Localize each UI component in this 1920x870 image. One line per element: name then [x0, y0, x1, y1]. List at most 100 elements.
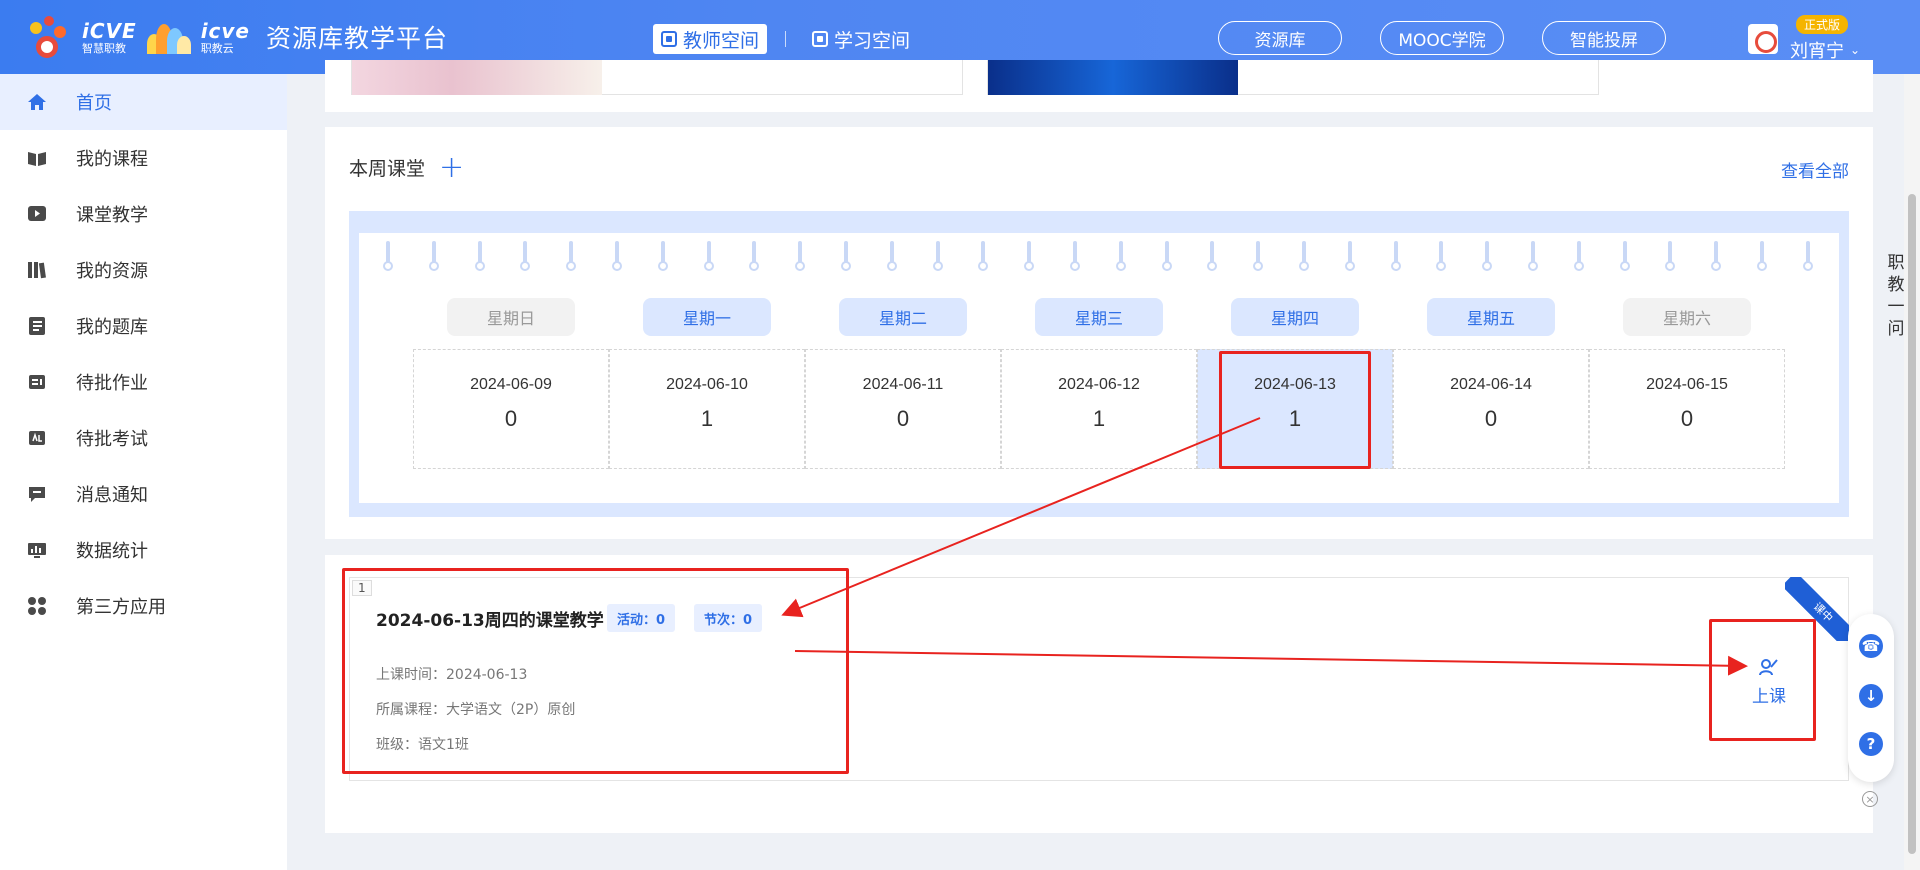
calendar-ring [1115, 241, 1126, 275]
help-icon[interactable]: ? [1859, 732, 1883, 756]
day-cell[interactable]: 2024-06-10 1 [609, 349, 805, 469]
close-icon[interactable]: × [1862, 791, 1878, 807]
download-icon[interactable]: ↓ [1859, 684, 1883, 708]
weekday-label: 星期二 [839, 298, 967, 336]
zhijiao-ask-tab[interactable]: 职 教 一 问 [1886, 252, 1906, 340]
sidebar-item-messages[interactable]: 消息通知 [0, 466, 287, 522]
recent-courses-panel [325, 60, 1873, 112]
chevron-down-icon: ⌄ [1850, 43, 1861, 57]
day-cell[interactable]: 2024-06-14 0 [1393, 349, 1589, 469]
calendar-ring [1299, 241, 1309, 275]
day-date: 2024-06-12 [1058, 376, 1140, 393]
add-icon[interactable]: + [439, 152, 464, 182]
user-menu[interactable]: 正式版 刘宵宁 ⌄ [1748, 14, 1860, 63]
calendar-ring [886, 241, 897, 275]
calendar-ring [795, 241, 806, 275]
activity-tag: 活动：0 [607, 604, 676, 632]
class-course: 所属课程：大学语文（2P）原创 [376, 702, 576, 718]
book-icon [26, 147, 48, 169]
day-class-count: 0 [1484, 406, 1498, 431]
sidebar-item-third-party[interactable]: 第三方应用 [0, 578, 287, 634]
calendar-ring [703, 241, 714, 275]
scrollbar-thumb[interactable] [1908, 194, 1916, 854]
statistics-icon [26, 539, 48, 561]
exam-icon [26, 427, 48, 449]
view-all-link[interactable]: 查看全部 [1781, 157, 1849, 182]
calendar-ring [1253, 241, 1264, 275]
day-cell[interactable]: 2024-06-15 0 [1589, 349, 1785, 469]
brand-icve: iCVE 智慧职教 [82, 18, 137, 55]
day-date: 2024-06-13 [1254, 376, 1336, 393]
class-card[interactable]: 1 2024-06-13周四的课堂教学 活动：0 节次：0 上课时间：2024-… [349, 577, 1849, 781]
sidebar-item-classroom[interactable]: 课堂教学 [0, 186, 287, 242]
calendar-ring [978, 241, 989, 275]
logo[interactable]: iCVE 智慧职教 icve 职教云 资源库教学平台 [26, 12, 448, 62]
sidebar: 首页 我的课程 课堂教学 我的资源 我的题库 待批作业 待批考试 消息通知 数据… [0, 74, 287, 870]
day-cell[interactable]: 2024-06-13 1 [1197, 349, 1393, 469]
library-icon [26, 259, 48, 281]
smart-cast-button[interactable]: 智能投屏 [1542, 21, 1666, 55]
floating-toolbar: ☎ ↓ ? [1848, 614, 1894, 782]
calendar-ring [1619, 241, 1630, 275]
calendar-ring [841, 241, 851, 275]
version-badge: 正式版 [1796, 15, 1849, 34]
teacher-space-tab[interactable]: 教师空间 [653, 24, 768, 54]
weekday-label: 星期四 [1231, 298, 1359, 336]
calendar-ring [749, 241, 760, 275]
day-cell[interactable]: 2024-06-12 1 [1001, 349, 1197, 469]
day-class-count: 0 [504, 406, 518, 431]
day-class-count: 1 [1288, 406, 1302, 431]
mooc-button[interactable]: MOOC学院 [1380, 21, 1504, 55]
calendar-ring [428, 241, 439, 275]
top-links: 资源库 MOOC学院 智能投屏 [1218, 21, 1666, 55]
sidebar-item-statistics[interactable]: 数据统计 [0, 522, 287, 578]
message-icon [26, 483, 48, 505]
sidebar-item-homework[interactable]: 待批作业 [0, 354, 287, 410]
day-cell[interactable]: 2024-06-11 0 [805, 349, 1001, 469]
calendar-ring [520, 241, 531, 275]
calendar-ring [1482, 241, 1493, 275]
sidebar-item-resources[interactable]: 我的资源 [0, 242, 287, 298]
calendar-ring [612, 241, 622, 275]
calendar-ring [1161, 241, 1172, 275]
class-group: 班级：语文1班 [376, 737, 469, 753]
calendar-ring [383, 241, 393, 275]
calendar-ring [932, 241, 943, 275]
teacher-icon [1759, 658, 1779, 680]
sidebar-item-exams[interactable]: 待批考试 [0, 410, 287, 466]
day-date: 2024-06-14 [1450, 376, 1532, 393]
calendar-ring [1436, 241, 1447, 275]
calendar-ring [1665, 241, 1676, 275]
course-card[interactable] [987, 60, 1599, 95]
sidebar-item-my-courses[interactable]: 我的课程 [0, 130, 287, 186]
resource-library-button[interactable]: 资源库 [1218, 21, 1342, 55]
apps-icon [26, 595, 48, 617]
day-class-count: 0 [1680, 406, 1694, 431]
study-space-icon [812, 31, 829, 47]
page-scrollbar[interactable] [1904, 74, 1920, 870]
sidebar-item-question-bank[interactable]: 我的题库 [0, 298, 287, 354]
calendar-ring [1711, 241, 1722, 275]
course-thumbnail [352, 60, 602, 95]
day-class-count: 1 [1092, 406, 1106, 431]
day-date: 2024-06-10 [666, 376, 748, 393]
course-card[interactable] [351, 60, 963, 95]
class-time: 上课时间：2024-06-13 [376, 667, 528, 683]
calendar-ring [1528, 241, 1538, 275]
calendar-ring [1390, 241, 1401, 275]
calendar-ring [1207, 241, 1218, 275]
day-date: 2024-06-09 [470, 376, 552, 393]
calendar-ring [1573, 241, 1584, 275]
day-cell[interactable]: 2024-06-09 0 [413, 349, 609, 469]
sidebar-item-home[interactable]: 首页 [0, 74, 287, 130]
course-thumbnail [988, 60, 1238, 95]
calendar-ring [566, 241, 577, 275]
icve-logo-icon [26, 14, 72, 60]
study-space-tab[interactable]: 学习空间 [804, 24, 918, 54]
divider [785, 31, 787, 47]
customer-service-icon[interactable]: ☎ [1859, 634, 1883, 658]
class-list-panel: 1 2024-06-13周四的课堂教学 活动：0 节次：0 上课时间：2024-… [325, 555, 1873, 833]
day-date: 2024-06-15 [1646, 376, 1728, 393]
calendar-ring [657, 241, 668, 275]
start-class-button[interactable]: 上课 [1752, 658, 1786, 707]
